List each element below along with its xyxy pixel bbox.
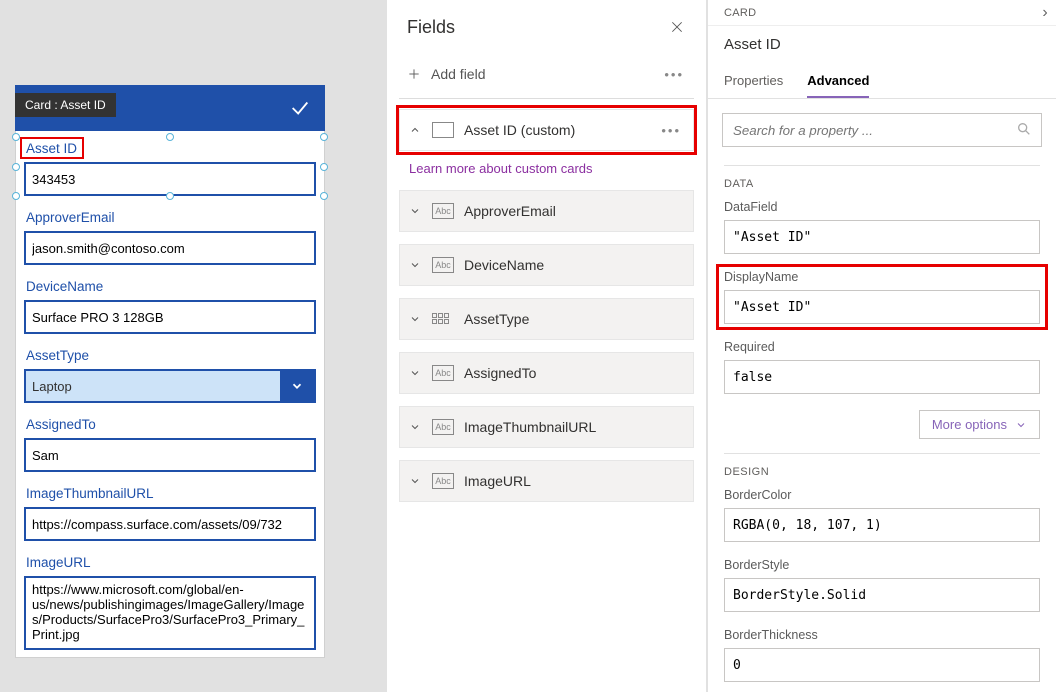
field-label: ApproverEmail [24, 206, 316, 231]
search-icon [1016, 121, 1032, 137]
panel-category: CARD [724, 7, 756, 19]
prop-label: DataField [724, 200, 1040, 214]
more-icon[interactable]: ••• [662, 67, 686, 82]
field-item-label: ImageThumbnailURL [464, 419, 685, 435]
field-item[interactable]: Abc ImageURL [399, 460, 694, 502]
form-body: Asset ID ApproverEmail DeviceName Ass [15, 131, 325, 658]
field-item[interactable]: AssetType [399, 298, 694, 340]
field-item[interactable]: Abc AssignedTo [399, 352, 694, 394]
prop-displayname: DisplayName [724, 270, 1040, 324]
prop-label: BorderStyle [724, 558, 1040, 572]
field-input[interactable] [24, 162, 316, 196]
panel-title: Fields [407, 17, 455, 38]
more-icon[interactable]: ••• [657, 123, 685, 138]
section-title-design: DESIGN [724, 453, 1040, 488]
field-item[interactable]: Abc ImageThumbnailURL [399, 406, 694, 448]
card-name: Asset ID [708, 26, 1056, 65]
field-item-label: Asset ID (custom) [464, 122, 647, 138]
field-item[interactable]: Abc DeviceName [399, 244, 694, 286]
section-title-data: DATA [724, 165, 1040, 200]
card-type-icon [432, 122, 454, 138]
field-input[interactable] [24, 507, 316, 541]
expand-icon[interactable]: › [1042, 4, 1048, 22]
field-input[interactable] [24, 300, 316, 334]
prop-input[interactable] [724, 508, 1040, 542]
properties-panel: CARD › Asset ID Properties Advanced DATA… [707, 0, 1056, 692]
field-item[interactable]: Asset ID (custom) ••• [399, 109, 694, 151]
field-item-label: ImageURL [464, 473, 685, 489]
field-select[interactable]: Laptop [24, 369, 316, 403]
prop-borderstyle: BorderStyle [724, 558, 1040, 612]
prop-label: DisplayName [724, 270, 1040, 284]
form-field[interactable]: AssignedTo [16, 413, 324, 472]
field-label: AssignedTo [24, 413, 316, 438]
prop-input[interactable] [724, 578, 1040, 612]
field-input[interactable] [24, 231, 316, 265]
prop-input[interactable] [724, 290, 1040, 324]
prop-required: Required [724, 340, 1040, 394]
chevron-down-icon[interactable] [408, 259, 422, 271]
form-field[interactable]: AssetType Laptop [16, 344, 324, 403]
add-field-button[interactable]: Add field [407, 66, 485, 82]
fields-list: Asset ID (custom) ••• Learn more about c… [399, 109, 694, 502]
form-field[interactable]: Asset ID [16, 137, 324, 196]
form-field[interactable]: DeviceName [16, 275, 324, 334]
prop-input[interactable] [724, 360, 1040, 394]
prop-label: BorderColor [724, 488, 1040, 502]
prop-input[interactable] [724, 220, 1040, 254]
field-label: ImageThumbnailURL [24, 482, 316, 507]
form-field[interactable]: ImageURL [16, 551, 324, 653]
field-item-label: ApproverEmail [464, 203, 685, 219]
field-label: ImageURL [24, 551, 316, 576]
form-field[interactable]: ImageThumbnailURL [16, 482, 324, 541]
canvas-area: Card : Asset ID Asset ID ApproverEmail [0, 0, 386, 692]
fields-panel: Fields Add field ••• Asset ID (custom) [386, 0, 707, 692]
chevron-down-icon[interactable] [408, 421, 422, 433]
text-type-icon: Abc [432, 203, 454, 219]
option-type-icon [432, 313, 454, 325]
field-input[interactable] [24, 438, 316, 472]
tab-advanced[interactable]: Advanced [807, 65, 869, 98]
chevron-down-icon[interactable] [408, 205, 422, 217]
text-type-icon: Abc [432, 419, 454, 435]
field-label: AssetType [24, 344, 316, 369]
text-type-icon: Abc [432, 257, 454, 273]
chevron-up-icon[interactable] [408, 124, 422, 136]
property-search[interactable] [722, 113, 1042, 147]
prop-bordercolor: BorderColor [724, 488, 1040, 542]
prop-input[interactable] [724, 648, 1040, 682]
tabs: Properties Advanced [708, 65, 1056, 99]
tab-properties[interactable]: Properties [724, 65, 783, 98]
field-item-label: AssignedTo [464, 365, 685, 381]
field-item-label: AssetType [464, 311, 685, 327]
prop-borderthickness: BorderThickness [724, 628, 1040, 682]
more-options-button[interactable]: More options [919, 410, 1040, 439]
form-field[interactable]: ApproverEmail [16, 206, 324, 265]
search-input[interactable] [722, 113, 1042, 147]
text-type-icon: Abc [432, 473, 454, 489]
field-textarea[interactable] [24, 576, 316, 650]
chevron-down-icon[interactable] [280, 371, 314, 401]
check-icon[interactable] [289, 97, 311, 119]
prop-label: Required [724, 340, 1040, 354]
prop-label: BorderThickness [724, 628, 1040, 642]
close-icon[interactable] [666, 16, 688, 38]
learn-more-link[interactable]: Learn more about custom cards [409, 161, 694, 176]
field-label: DeviceName [24, 275, 316, 300]
chevron-down-icon[interactable] [408, 367, 422, 379]
chevron-down-icon[interactable] [408, 475, 422, 487]
card-tooltip: Card : Asset ID [15, 93, 116, 117]
prop-datafield: DataField [724, 200, 1040, 254]
field-item-label: DeviceName [464, 257, 685, 273]
chevron-down-icon[interactable] [408, 313, 422, 325]
field-item[interactable]: Abc ApproverEmail [399, 190, 694, 232]
text-type-icon: Abc [432, 365, 454, 381]
